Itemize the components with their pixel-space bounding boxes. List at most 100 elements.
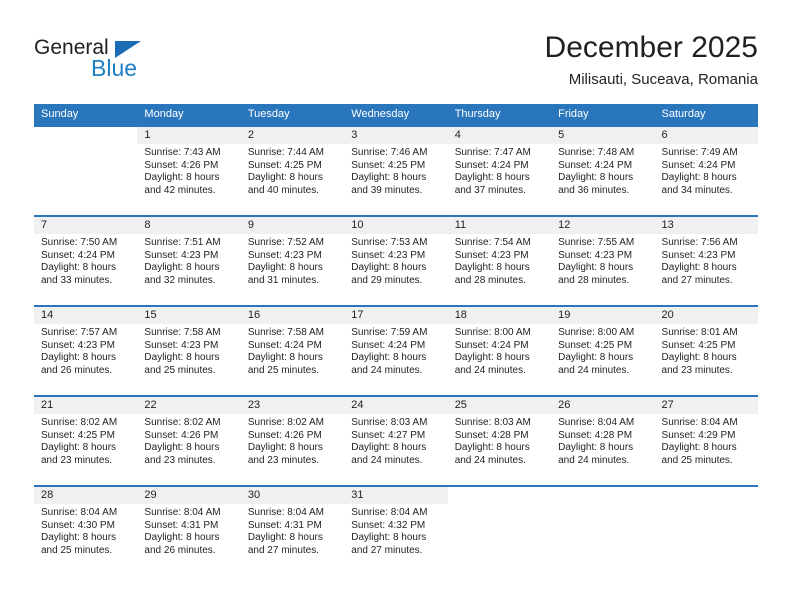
- day-cell[interactable]: Sunrise: 7:59 AM Sunset: 4:24 PM Dayligh…: [344, 324, 447, 395]
- day-cell[interactable]: Sunrise: 8:00 AM Sunset: 4:24 PM Dayligh…: [448, 324, 551, 395]
- daylight-text-line2: and 25 minutes.: [661, 454, 733, 466]
- day-detail-strip: Sunrise: 7:43 AM Sunset: 4:26 PM Dayligh…: [34, 144, 758, 215]
- day-number-strip: 1 2 3 4 5 6: [34, 127, 758, 144]
- day-number[interactable]: 7: [34, 217, 137, 234]
- day-number[interactable]: [34, 127, 137, 144]
- day-cell[interactable]: Sunrise: 7:53 AM Sunset: 4:23 PM Dayligh…: [344, 234, 447, 305]
- week-row: 21 22 23 24 25 26 27 Sunrise: 8:02 AM Su…: [34, 395, 758, 485]
- day-number[interactable]: 21: [34, 397, 137, 414]
- day-cell[interactable]: Sunrise: 7:55 AM Sunset: 4:23 PM Dayligh…: [551, 234, 654, 305]
- day-number[interactable]: 27: [655, 397, 758, 414]
- day-number[interactable]: 28: [34, 487, 138, 504]
- day-number[interactable]: 30: [240, 487, 345, 504]
- day-cell[interactable]: Sunrise: 7:47 AM Sunset: 4:24 PM Dayligh…: [448, 144, 551, 215]
- day-cell[interactable]: Sunrise: 8:02 AM Sunset: 4:26 PM Dayligh…: [137, 414, 240, 485]
- page-header: General Blue December 2025 Milisauti, Su…: [0, 0, 792, 104]
- day-cell[interactable]: Sunrise: 8:04 AM Sunset: 4:31 PM Dayligh…: [241, 504, 344, 575]
- sunrise-text: Sunrise: 8:03 AM: [454, 417, 531, 428]
- day-number[interactable]: 6: [654, 127, 758, 144]
- day-cell[interactable]: Sunrise: 7:44 AM Sunset: 4:25 PM Dayligh…: [241, 144, 344, 215]
- day-cell[interactable]: Sunrise: 7:48 AM Sunset: 4:24 PM Dayligh…: [551, 144, 654, 215]
- day-number[interactable]: 10: [344, 217, 447, 234]
- day-cell[interactable]: Sunrise: 8:04 AM Sunset: 4:30 PM Dayligh…: [34, 504, 137, 575]
- day-cell[interactable]: Sunrise: 8:04 AM Sunset: 4:28 PM Dayligh…: [551, 414, 654, 485]
- day-number[interactable]: 9: [241, 217, 344, 234]
- day-number[interactable]: [655, 487, 758, 504]
- day-cell[interactable]: Sunrise: 7:58 AM Sunset: 4:24 PM Dayligh…: [241, 324, 344, 395]
- sunset-text: Sunset: 4:24 PM: [454, 339, 529, 351]
- day-number[interactable]: 13: [655, 217, 758, 234]
- day-cell[interactable]: Sunrise: 8:03 AM Sunset: 4:27 PM Dayligh…: [344, 414, 447, 485]
- day-cell[interactable]: Sunrise: 7:56 AM Sunset: 4:23 PM Dayligh…: [655, 234, 758, 305]
- daylight-text-line1: Daylight: 8 hours: [351, 262, 427, 274]
- day-number[interactable]: 18: [448, 307, 551, 324]
- day-cell[interactable]: Sunrise: 8:02 AM Sunset: 4:25 PM Dayligh…: [34, 414, 137, 485]
- weekday-header-monday: Monday: [144, 108, 184, 120]
- day-cell[interactable]: Sunrise: 7:43 AM Sunset: 4:26 PM Dayligh…: [137, 144, 240, 215]
- day-number[interactable]: 8: [137, 217, 240, 234]
- day-cell[interactable]: Sunrise: 8:04 AM Sunset: 4:29 PM Dayligh…: [655, 414, 758, 485]
- day-cell[interactable]: [655, 504, 758, 575]
- daylight-text-line1: Daylight: 8 hours: [41, 352, 117, 364]
- daylight-text-line1: Daylight: 8 hours: [144, 352, 220, 364]
- day-cell[interactable]: Sunrise: 7:58 AM Sunset: 4:23 PM Dayligh…: [137, 324, 240, 395]
- day-cell[interactable]: [551, 504, 654, 575]
- day-number[interactable]: 20: [655, 307, 758, 324]
- day-number[interactable]: 3: [344, 127, 448, 144]
- day-number[interactable]: 2: [240, 127, 345, 144]
- week-row: 28 29 30 31 Sunrise: 8:04 AM Sunset: 4:3…: [34, 485, 758, 575]
- day-number[interactable]: 15: [137, 307, 240, 324]
- daylight-text-line1: Daylight: 8 hours: [247, 172, 323, 184]
- sunset-text: Sunset: 4:31 PM: [247, 519, 322, 531]
- day-number[interactable]: 12: [551, 217, 654, 234]
- day-number[interactable]: 26: [551, 397, 654, 414]
- sunrise-text: Sunrise: 8:02 AM: [144, 417, 221, 428]
- day-number[interactable]: 29: [137, 487, 241, 504]
- day-cell[interactable]: Sunrise: 7:57 AM Sunset: 4:23 PM Dayligh…: [34, 324, 137, 395]
- sunrise-text: Sunrise: 7:48 AM: [558, 147, 635, 158]
- day-cell[interactable]: Sunrise: 7:46 AM Sunset: 4:25 PM Dayligh…: [344, 144, 447, 215]
- day-cell[interactable]: Sunrise: 8:04 AM Sunset: 4:32 PM Dayligh…: [344, 504, 447, 575]
- day-number[interactable]: 4: [447, 127, 552, 144]
- day-number[interactable]: 14: [34, 307, 137, 324]
- sunrise-text: Sunrise: 8:04 AM: [41, 507, 118, 518]
- weekday-header-wednesday: Wednesday: [351, 108, 410, 120]
- day-cell[interactable]: Sunrise: 7:51 AM Sunset: 4:23 PM Dayligh…: [137, 234, 240, 305]
- day-number[interactable]: 23: [241, 397, 344, 414]
- day-cell[interactable]: Sunrise: 7:54 AM Sunset: 4:23 PM Dayligh…: [448, 234, 551, 305]
- day-cell[interactable]: [448, 504, 551, 575]
- day-cell[interactable]: Sunrise: 8:00 AM Sunset: 4:25 PM Dayligh…: [551, 324, 654, 395]
- day-cell[interactable]: Sunrise: 8:04 AM Sunset: 4:31 PM Dayligh…: [137, 504, 240, 575]
- day-number[interactable]: 24: [344, 397, 447, 414]
- daylight-text-line2: and 23 minutes.: [661, 364, 733, 376]
- day-cell[interactable]: Sunrise: 8:03 AM Sunset: 4:28 PM Dayligh…: [448, 414, 551, 485]
- sunset-text: Sunset: 4:23 PM: [41, 339, 115, 351]
- day-number[interactable]: 1: [137, 127, 241, 144]
- day-number[interactable]: 17: [344, 307, 447, 324]
- day-number[interactable]: 22: [137, 397, 240, 414]
- day-number[interactable]: 11: [448, 217, 551, 234]
- sunset-text: Sunset: 4:24 PM: [351, 339, 426, 351]
- day-cell[interactable]: Sunrise: 7:49 AM Sunset: 4:24 PM Dayligh…: [655, 144, 758, 215]
- day-cell[interactable]: Sunrise: 8:01 AM Sunset: 4:25 PM Dayligh…: [655, 324, 758, 395]
- sunrise-text: Sunrise: 8:04 AM: [558, 417, 635, 428]
- day-cell[interactable]: Sunrise: 7:50 AM Sunset: 4:24 PM Dayligh…: [34, 234, 137, 305]
- day-cell[interactable]: [34, 144, 137, 215]
- day-cell[interactable]: Sunrise: 8:02 AM Sunset: 4:26 PM Dayligh…: [241, 414, 344, 485]
- daylight-text-line1: Daylight: 8 hours: [247, 352, 323, 364]
- daylight-text-line1: Daylight: 8 hours: [247, 532, 323, 544]
- day-number[interactable]: 5: [551, 127, 655, 144]
- day-number[interactable]: [551, 487, 654, 504]
- sunset-text: Sunset: 4:23 PM: [454, 249, 529, 261]
- daylight-text-line2: and 25 minutes.: [144, 364, 216, 376]
- day-number[interactable]: 19: [551, 307, 654, 324]
- daylight-text-line1: Daylight: 8 hours: [144, 172, 220, 184]
- day-number[interactable]: [448, 487, 551, 504]
- daylight-text-line1: Daylight: 8 hours: [454, 262, 530, 274]
- sunset-text: Sunset: 4:24 PM: [41, 249, 115, 261]
- sunrise-text: Sunrise: 7:51 AM: [144, 237, 221, 248]
- day-number[interactable]: 31: [344, 487, 448, 504]
- day-number[interactable]: 16: [241, 307, 344, 324]
- day-number[interactable]: 25: [448, 397, 551, 414]
- day-cell[interactable]: Sunrise: 7:52 AM Sunset: 4:23 PM Dayligh…: [241, 234, 344, 305]
